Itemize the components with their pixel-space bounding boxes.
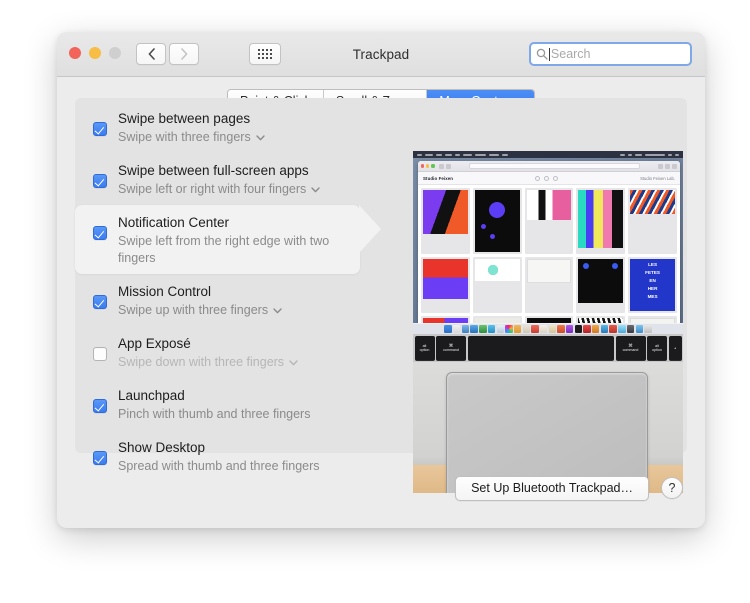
gesture-row-swipe-between-full-screen-apps[interactable]: Swipe between full-screen apps Swipe lef… xyxy=(75,153,385,205)
gesture-title: Notification Center xyxy=(118,215,230,230)
set-up-bluetooth-trackpad-button[interactable]: Set Up Bluetooth Trackpad… xyxy=(455,475,649,501)
preview-key-command-left: ⌘ command xyxy=(436,335,466,361)
gesture-title: Swipe between full-screen apps xyxy=(118,163,309,178)
preview-key-arrow: ◂ xyxy=(668,335,682,361)
search-input[interactable] xyxy=(550,47,685,61)
window-footer: Set Up Bluetooth Trackpad… ? xyxy=(57,464,705,512)
preview-site-account: Studio Feixen Lab. xyxy=(640,175,675,181)
preview-address-bar xyxy=(468,163,640,169)
chevron-down-icon[interactable] xyxy=(289,359,298,366)
gesture-subtitle-row[interactable]: Swipe down with three fingers xyxy=(118,354,298,371)
preview-site-header: Studio Feixen Studio Feixen Lab. xyxy=(418,172,680,185)
search-field[interactable] xyxy=(529,42,692,66)
gesture-text-group: App Exposé Swipe down with three fingers xyxy=(118,333,298,371)
preview-key-top-label: ◂ xyxy=(674,345,676,350)
preview-key-command-right: ⌘ command xyxy=(615,335,646,361)
gesture-row-mission-control[interactable]: Mission Control Swipe up with three fing… xyxy=(75,274,385,326)
gesture-subtitle: Swipe up with three fingers xyxy=(118,303,269,317)
gesture-subtitle-row: Swipe left from the right edge with two … xyxy=(118,233,360,267)
preview-key-bottom-label: option xyxy=(652,348,662,352)
help-button[interactable]: ? xyxy=(661,477,683,499)
preview-site-brand: Studio Feixen xyxy=(423,175,454,181)
gesture-subtitle-row[interactable]: Swipe with three fingers xyxy=(118,129,265,146)
preview-gallery-grid: LES FETES EN HER MES xyxy=(418,185,680,323)
preview-safari-toolbar xyxy=(418,161,680,172)
gesture-text-group: Launchpad Pinch with thumb and three fin… xyxy=(118,385,310,423)
chevron-down-icon[interactable] xyxy=(311,186,320,193)
preview-key-bottom-label: command xyxy=(622,348,639,352)
gesture-text-group: Mission Control Swipe up with three fing… xyxy=(118,281,282,319)
search-magnifier-icon xyxy=(536,48,548,60)
gesture-list: Swipe between pages Swipe with three fin… xyxy=(75,101,385,482)
gesture-checkbox-app-expose[interactable] xyxy=(93,347,107,361)
chevron-down-icon[interactable] xyxy=(256,134,265,141)
preview-safari-window: Studio Feixen Studio Feixen Lab. LES FET… xyxy=(418,161,680,323)
gesture-text-group: Swipe between pages Swipe with three fin… xyxy=(118,108,265,146)
gesture-title: Mission Control xyxy=(118,284,212,299)
chevron-down-icon[interactable] xyxy=(273,307,282,314)
gesture-subtitle: Swipe left or right with four fingers xyxy=(118,182,307,196)
preview-key-bottom-label: command xyxy=(443,348,459,352)
gesture-preview-image: Studio Feixen Studio Feixen Lab. LES FET… xyxy=(413,151,683,493)
preview-menu-bar xyxy=(413,151,683,158)
gesture-title: App Exposé xyxy=(118,336,191,351)
preview-keyboard-row: alt option ⌘ command ⌘ command alt optio… xyxy=(413,334,683,362)
preview-key-bottom-label: option xyxy=(419,348,430,352)
gesture-title: Launchpad xyxy=(118,388,185,403)
gesture-checkbox-notification-center[interactable] xyxy=(93,226,107,240)
gesture-subtitle-row[interactable]: Swipe left or right with four fingers xyxy=(118,181,320,198)
gesture-title: Show Desktop xyxy=(118,440,206,455)
gesture-checkbox-show-desktop[interactable] xyxy=(93,451,107,465)
preview-key-option-left: alt option xyxy=(414,335,435,361)
gesture-subtitle: Swipe with three fingers xyxy=(118,130,251,144)
gesture-row-app-expose[interactable]: App Exposé Swipe down with three fingers xyxy=(75,326,385,378)
window-titlebar[interactable]: Trackpad xyxy=(57,32,705,77)
more-gestures-panel: Swipe between pages Swipe with three fin… xyxy=(75,98,687,493)
gesture-row-notification-center[interactable]: Notification Center Swipe left from the … xyxy=(75,205,381,274)
gesture-subtitle: Swipe down with three fingers xyxy=(118,355,285,369)
gesture-subtitle: Pinch with thumb and three fingers xyxy=(118,407,311,421)
gesture-checkbox-swipe-between-pages[interactable] xyxy=(93,122,107,136)
preview-key-option-right: alt option xyxy=(647,335,667,361)
gesture-checkbox-swipe-between-full-screen-apps[interactable] xyxy=(93,174,107,188)
gesture-checkbox-launchpad[interactable] xyxy=(93,399,107,413)
text-cursor xyxy=(549,47,550,61)
preview-key-space xyxy=(467,335,614,361)
preview-macbook-screen: Studio Feixen Studio Feixen Lab. LES FET… xyxy=(413,151,683,323)
gesture-subtitle-row: Pinch with thumb and three fingers xyxy=(118,406,310,423)
gesture-checkbox-mission-control[interactable] xyxy=(93,295,107,309)
gesture-text-group: Swipe between full-screen apps Swipe lef… xyxy=(118,160,320,198)
gesture-row-swipe-between-pages[interactable]: Swipe between pages Swipe with three fin… xyxy=(75,101,385,153)
gesture-subtitle: Swipe left from the right edge with two … xyxy=(118,234,330,265)
gesture-row-launchpad[interactable]: Launchpad Pinch with thumb and three fin… xyxy=(75,378,385,430)
gesture-text-group: Notification Center Swipe left from the … xyxy=(118,212,360,267)
trackpad-preferences-window: Trackpad Point & Click Scroll & Zoom Mor… xyxy=(57,32,705,528)
gesture-subtitle-row[interactable]: Swipe up with three fingers xyxy=(118,302,282,319)
preview-dock xyxy=(413,323,683,334)
gesture-title: Swipe between pages xyxy=(118,111,251,126)
